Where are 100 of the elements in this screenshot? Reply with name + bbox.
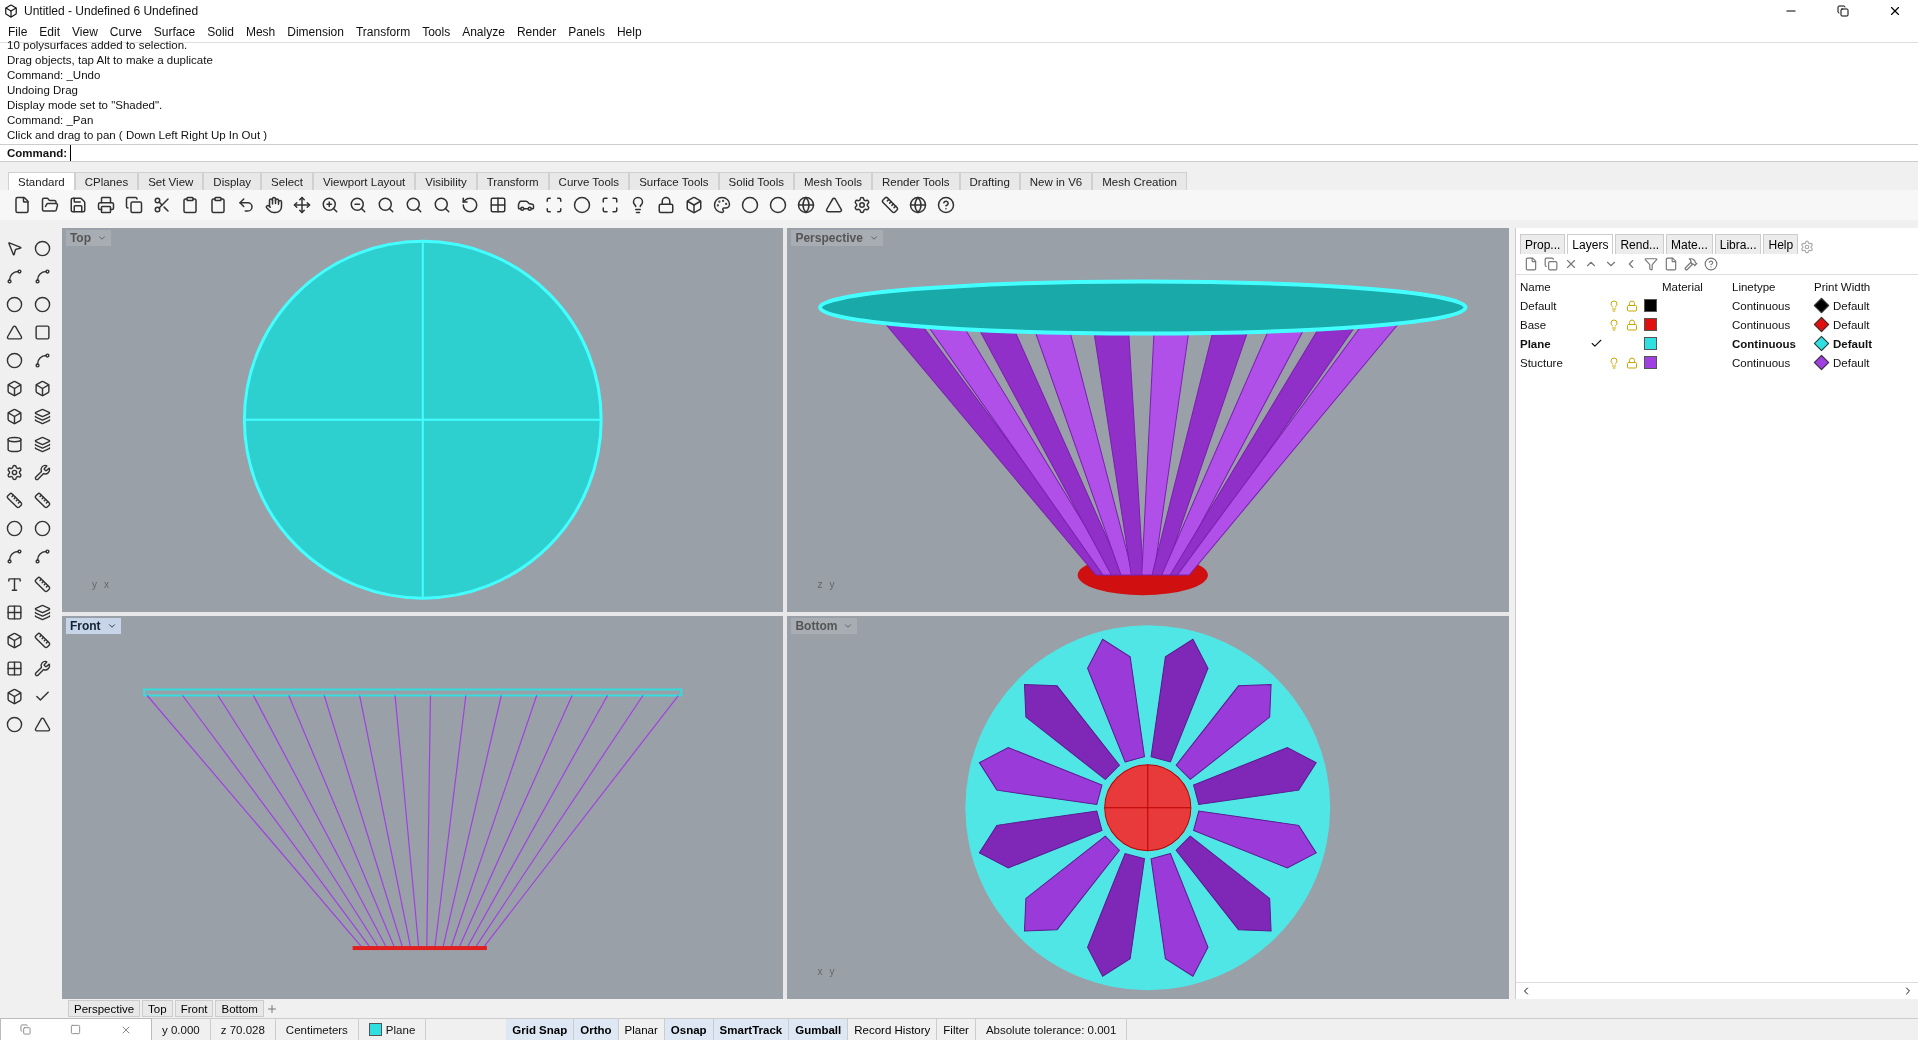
status-toggle[interactable]: Planar bbox=[618, 1019, 665, 1040]
toolbar-tab[interactable]: Transform bbox=[476, 172, 549, 190]
status-toggle[interactable]: SmartTrack bbox=[713, 1019, 790, 1040]
toolbar-tab[interactable]: Mesh Tools bbox=[794, 172, 872, 190]
history-line: Click and drag to pan ( Down Left Right Up In Out ) bbox=[7, 128, 269, 143]
window-title: Untitled - Undefined 6 Undefined bbox=[24, 4, 200, 18]
toolbar-tab[interactable]: Select bbox=[261, 172, 314, 190]
panel-tab[interactable]: Mate... bbox=[1666, 234, 1713, 254]
layer-tool-icon[interactable] bbox=[1544, 257, 1558, 271]
viewport-tab[interactable]: Bottom bbox=[215, 1000, 264, 1017]
panel-tab[interactable]: Libra... bbox=[1714, 234, 1762, 254]
panel-tab[interactable]: Rend... bbox=[1615, 234, 1665, 254]
viewport-title[interactable]: Front bbox=[65, 617, 121, 634]
axis-label: y bbox=[91, 578, 97, 590]
toolbar-tab[interactable]: Set View bbox=[138, 172, 204, 190]
close-icon[interactable] bbox=[1888, 4, 1902, 18]
menu-item[interactable]: Mesh bbox=[239, 25, 282, 39]
color-swatch[interactable] bbox=[1644, 337, 1657, 350]
menu-item[interactable]: Analyze bbox=[456, 25, 511, 39]
y-coordinate: y 0.000 bbox=[152, 1019, 211, 1040]
menu-item[interactable]: Dimension bbox=[281, 25, 350, 39]
layer-tool-icon[interactable] bbox=[1644, 257, 1658, 271]
menu-item[interactable]: Help bbox=[610, 25, 648, 39]
layer-name[interactable]: Plane bbox=[1520, 337, 1590, 350]
layer-tool-icon[interactable] bbox=[1564, 257, 1578, 271]
color-swatch[interactable] bbox=[1644, 318, 1657, 331]
color-swatch[interactable] bbox=[1644, 356, 1657, 369]
layer-name[interactable]: Stucture bbox=[1520, 356, 1590, 369]
linetype: Continuous bbox=[1732, 299, 1792, 312]
toolbar-tab[interactable]: Visibility bbox=[415, 172, 477, 190]
panel-tab[interactable]: Help bbox=[1763, 234, 1799, 254]
status-toggle[interactable]: Record History bbox=[848, 1019, 938, 1040]
layer-tool-icon[interactable] bbox=[1704, 257, 1718, 271]
layer-tool-icon[interactable] bbox=[1524, 257, 1538, 271]
history-line: Command: _Pan bbox=[7, 113, 95, 128]
viewport-tab[interactable]: Front bbox=[174, 1000, 214, 1017]
print-width: Default bbox=[1833, 356, 1870, 369]
status-toggle[interactable]: Grid Snap bbox=[506, 1019, 575, 1040]
history-line: Command: _Undo bbox=[7, 68, 102, 83]
viewport-tab[interactable]: Perspective bbox=[68, 1000, 141, 1017]
history-line: 10 polysurfaces added to selection. bbox=[7, 38, 189, 53]
menu-item[interactable]: Solid bbox=[201, 25, 240, 39]
toolbar-tab[interactable]: Drafting bbox=[959, 172, 1020, 190]
menu-item[interactable]: Surface bbox=[147, 25, 202, 39]
menu-item[interactable]: Curve bbox=[103, 25, 148, 39]
column-header: Material bbox=[1662, 280, 1704, 293]
panel-tab[interactable]: Prop... bbox=[1520, 234, 1566, 254]
restore-icon[interactable] bbox=[1837, 5, 1849, 17]
layer-name[interactable]: Base bbox=[1520, 318, 1590, 331]
menu-item[interactable]: View bbox=[66, 25, 104, 39]
toolbar-tab[interactable]: Surface Tools bbox=[629, 172, 719, 190]
toolbar-tab[interactable]: Curve Tools bbox=[548, 172, 630, 190]
toolbar-tab[interactable]: Display bbox=[203, 172, 262, 190]
column-header: Name bbox=[1520, 280, 1552, 293]
layer-name[interactable]: Default bbox=[1520, 299, 1590, 312]
tolerance: Absolute tolerance: 0.001 bbox=[975, 1019, 1128, 1040]
menu-item[interactable]: Transform bbox=[349, 25, 417, 39]
axis-label: y bbox=[829, 966, 835, 977]
menu-item[interactable]: Panels bbox=[562, 25, 611, 39]
toolbar-tab[interactable]: Standard bbox=[8, 172, 75, 190]
app-logo-icon bbox=[4, 4, 18, 18]
linetype: Continuous bbox=[1732, 337, 1797, 350]
print-width: Default bbox=[1833, 318, 1870, 331]
viewport-tab[interactable]: Top bbox=[142, 1000, 173, 1017]
maximize-icon[interactable] bbox=[70, 1024, 81, 1035]
menu-item[interactable]: Tools bbox=[416, 25, 457, 39]
menu-item[interactable]: File bbox=[2, 25, 34, 39]
layer-swatch bbox=[368, 1023, 382, 1036]
command-label: Command: bbox=[0, 144, 71, 162]
status-toggle[interactable]: Filter bbox=[937, 1019, 976, 1040]
column-header: Linetype bbox=[1732, 280, 1777, 293]
toolbar-tab[interactable]: CPlanes bbox=[74, 172, 139, 190]
linetype: Continuous bbox=[1732, 318, 1792, 331]
axis-label: z bbox=[817, 578, 823, 590]
toolbar-tab[interactable]: Render Tools bbox=[871, 172, 960, 190]
linetype: Continuous bbox=[1732, 356, 1792, 369]
command-field[interactable] bbox=[70, 144, 1918, 162]
axis-label: y bbox=[829, 578, 835, 590]
column-header: Print Width bbox=[1814, 280, 1872, 293]
toolbar-tab[interactable]: Mesh Creation bbox=[1092, 172, 1188, 190]
menu-item[interactable]: Render bbox=[510, 25, 563, 39]
history-line: Undoing Drag bbox=[7, 83, 79, 98]
toolbar-tab[interactable]: Viewport Layout bbox=[313, 172, 416, 190]
menu-item[interactable]: Edit bbox=[33, 25, 67, 39]
layer-tool-icon[interactable] bbox=[1684, 257, 1698, 271]
print-width: Default bbox=[1833, 299, 1870, 312]
panel-tab[interactable]: Layers bbox=[1567, 234, 1614, 254]
axis-label: x bbox=[817, 966, 823, 977]
current-layer[interactable]: Plane bbox=[385, 1023, 416, 1036]
color-swatch[interactable] bbox=[1644, 299, 1657, 312]
status-toggle[interactable]: Osnap bbox=[664, 1019, 714, 1040]
history-line: Drag objects, tap Alt to make a duplicate bbox=[7, 53, 214, 68]
toolbar-tab[interactable]: New in V6 bbox=[1019, 172, 1093, 190]
status-toggle[interactable]: Ortho bbox=[574, 1019, 619, 1040]
units[interactable]: Centimeters bbox=[275, 1019, 359, 1040]
status-toggle[interactable]: Gumball bbox=[789, 1019, 849, 1040]
toolbar-tab[interactable]: Solid Tools bbox=[718, 172, 794, 190]
axis-label: x bbox=[103, 578, 109, 590]
layer-tool-icon[interactable] bbox=[1664, 257, 1678, 271]
print-width: Default bbox=[1833, 337, 1872, 350]
